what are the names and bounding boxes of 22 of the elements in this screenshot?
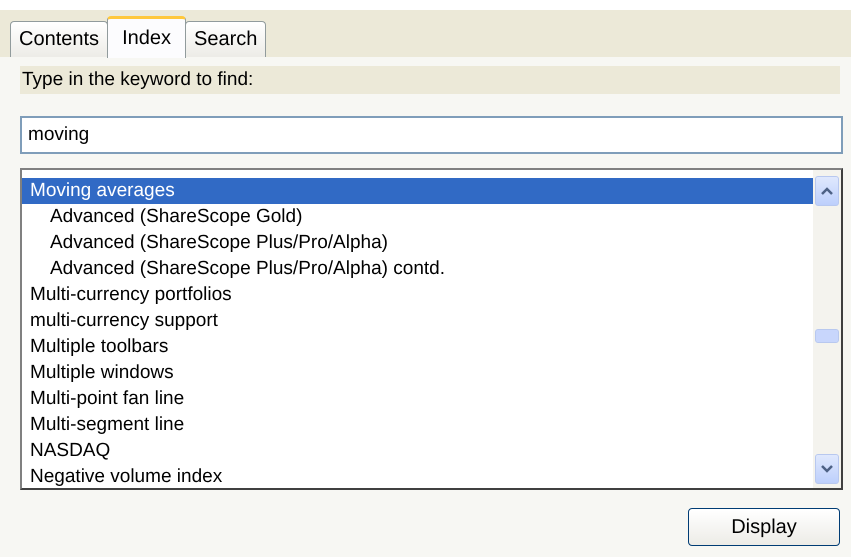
scroll-thumb[interactable] bbox=[815, 329, 839, 343]
tab[interactable]: Contents bbox=[10, 21, 108, 57]
keyword-field[interactable]: moving bbox=[20, 116, 843, 154]
list-item[interactable]: Multiple toolbars bbox=[22, 334, 813, 360]
scrollbar[interactable] bbox=[813, 170, 841, 488]
keyword-label: Type in the keyword to find: bbox=[20, 66, 840, 94]
list-item[interactable]: Negative volume index bbox=[22, 464, 813, 488]
list-item[interactable]: Multi-currency portfolios bbox=[22, 282, 813, 308]
list-item[interactable]: Multi-segment line bbox=[22, 412, 813, 438]
scroll-up-icon[interactable] bbox=[815, 176, 839, 206]
list-item[interactable]: Advanced (ShareScope Plus/Pro/Alpha) bbox=[22, 230, 813, 256]
tab[interactable]: Index bbox=[107, 16, 186, 58]
list-item[interactable]: Multi-point fan line bbox=[22, 386, 813, 412]
list-item[interactable]: Advanced (ShareScope Gold) bbox=[22, 204, 813, 230]
list-item[interactable]: Advanced (ShareScope Plus/Pro/Alpha) contd. bbox=[22, 256, 813, 282]
list-item[interactable]: Multiple windows bbox=[22, 360, 813, 386]
display-button[interactable]: Display bbox=[688, 508, 840, 546]
list-item[interactable]: Moving averages bbox=[22, 178, 813, 204]
list-item[interactable]: NASDAQ bbox=[22, 438, 813, 464]
list-item[interactable]: multi-currency support bbox=[22, 308, 813, 334]
tab[interactable]: Search bbox=[185, 21, 266, 57]
scroll-down-icon[interactable] bbox=[815, 454, 839, 484]
